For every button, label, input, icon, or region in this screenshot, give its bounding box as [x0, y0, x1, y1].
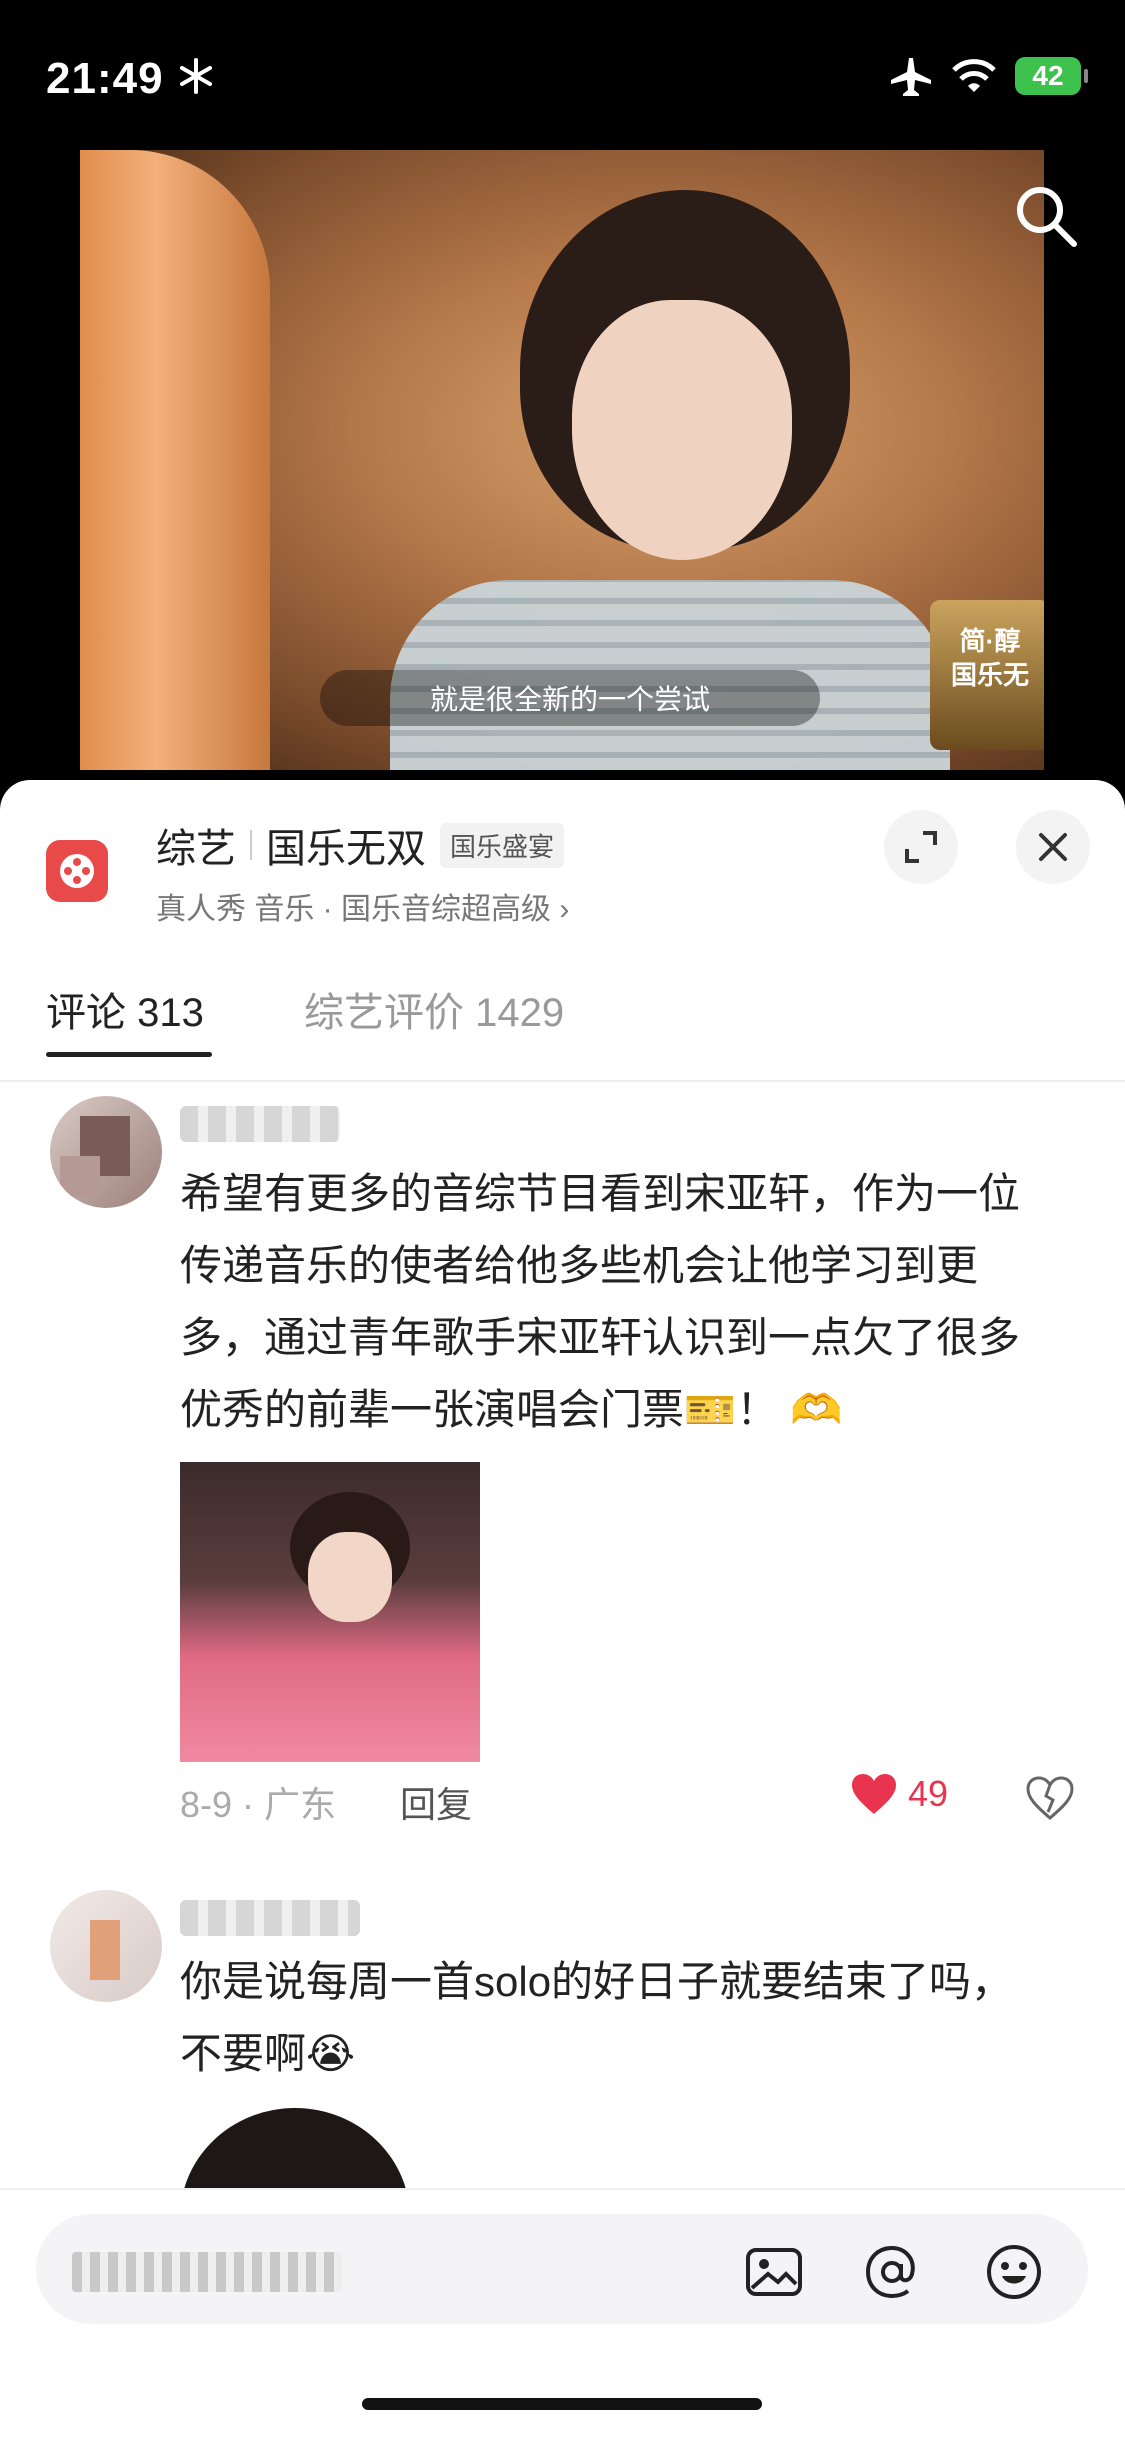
comment-line: 希望有更多的音综节目看到宋亚轩，作为一位 [180, 1170, 1021, 1217]
avatar[interactable] [50, 1890, 162, 2002]
search-icon[interactable] [1010, 180, 1080, 250]
comment-line: 传递音乐的使者给他多些机会让他学习到更 [180, 1242, 979, 1289]
show-title-row[interactable]: 综艺 国乐无双 国乐盛宴 [156, 816, 565, 874]
video-background-curtain [80, 150, 270, 770]
show-subtitle[interactable]: 真人秀 音乐 · 国乐音综超高级 › [156, 884, 569, 928]
snowflake-icon [180, 58, 212, 94]
video-person-face [572, 300, 792, 560]
airplane-icon [891, 58, 931, 96]
video-subtitle: 就是很全新的一个尝试 [320, 670, 820, 726]
title-divider [250, 830, 252, 860]
tab-reviews[interactable]: 综艺评价 1429 [304, 980, 564, 1038]
comment-line: 多，通过青年歌手宋亚轩认识到一点欠了很多 [180, 1314, 1021, 1361]
tab-active-indicator [46, 1052, 212, 1057]
tab-comments[interactable]: 评论 313 [46, 980, 204, 1038]
battery-icon: 42 [1015, 57, 1088, 95]
username-blurred[interactable] [180, 1106, 340, 1142]
tabs-divider [0, 1080, 1125, 1082]
comment-text: 希望有更多的音综节目看到宋亚轩，作为一位 传递音乐的使者给他多些机会让他学习到更… [180, 1158, 1020, 1446]
comment-text: 你是说每周一首solo的好日子就要结束了吗， 不要啊😭 [180, 1946, 1013, 2090]
show-app-icon [46, 840, 108, 902]
comment-meta: 8-9 · 广东 [180, 1784, 337, 1825]
battery-level: 42 [1032, 60, 1064, 91]
show-tag: 国乐盛宴 [440, 822, 565, 868]
comment-photo[interactable] [180, 2108, 480, 2188]
badge-line1: 简·醇 [959, 626, 1021, 656]
comment-line: 不要啊😭 [180, 2030, 356, 2077]
broken-heart-icon[interactable] [1026, 1776, 1074, 1820]
like-count: 49 [908, 1773, 949, 1814]
avatar[interactable] [50, 1096, 162, 1208]
comment-line: 你是说每周一首solo的好日子就要结束了吗， [180, 1958, 1014, 2005]
comment-line: 优秀的前辈一张演唱会门票🎫！ 🫶 [180, 1386, 843, 1433]
photo-hair [180, 2108, 410, 2188]
image-icon[interactable] [744, 2242, 804, 2302]
like-button[interactable]: 49 [850, 1772, 948, 1816]
status-time: 21:49 [46, 54, 164, 103]
badge-line2: 国乐无 [950, 660, 1029, 690]
status-bar: 21:49 42 [0, 0, 1125, 150]
film-reel-icon [60, 854, 94, 888]
input-placeholder-blurred [72, 2252, 342, 2292]
close-button[interactable] [1016, 810, 1090, 884]
expand-icon [905, 831, 937, 863]
close-icon [1039, 833, 1067, 861]
at-icon[interactable] [862, 2242, 922, 2302]
home-indicator[interactable] [362, 2398, 762, 2410]
expand-button[interactable] [884, 810, 958, 884]
photo-face [308, 1532, 392, 1622]
emoji-icon[interactable] [984, 2242, 1044, 2302]
show-category: 综艺 [156, 827, 236, 871]
wifi-icon [952, 59, 996, 92]
show-logo-badge: 简·醇 国乐无 [930, 600, 1044, 750]
tab-bar: 评论 313 综艺评价 1429 [0, 980, 1125, 1060]
show-title: 国乐无双 [266, 827, 426, 871]
heart-icon [852, 1774, 896, 1814]
video-player[interactable]: 就是很全新的一个尝试 简·醇 国乐无 [80, 150, 1044, 770]
username-blurred[interactable] [180, 1900, 360, 1936]
comment-photo[interactable] [180, 1462, 480, 1762]
reply-button[interactable]: 回复 [400, 1776, 472, 1828]
